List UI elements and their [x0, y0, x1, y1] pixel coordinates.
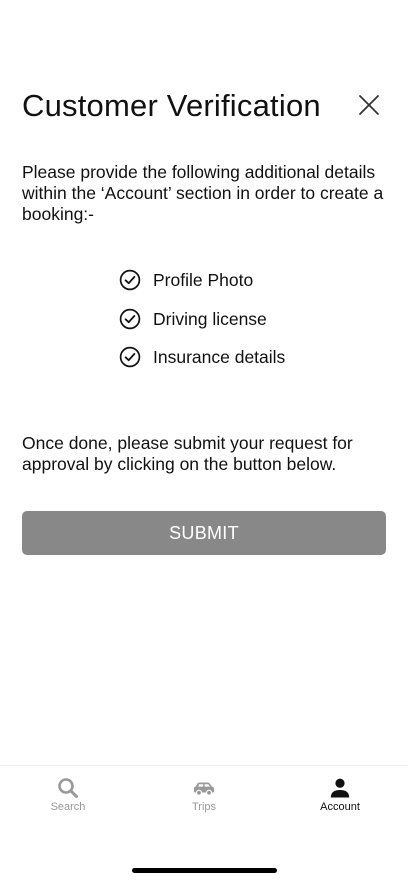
requirement-driving-license: Driving license — [119, 307, 285, 331]
tab-label: Account — [320, 801, 360, 813]
requirement-label: Driving license — [153, 308, 267, 329]
requirement-label: Profile Photo — [153, 270, 254, 290]
close-button[interactable] — [354, 90, 384, 120]
check-circle-icon — [119, 346, 141, 368]
customer-verification-screen: Customer Verification Please provide the… — [0, 0, 408, 883]
bottom-tab-bar: Search Trips Account — [0, 765, 408, 883]
close-icon — [359, 95, 379, 115]
intro-text: Please provide the following additional … — [22, 162, 384, 224]
requirement-profile-photo: Profile Photo — [119, 268, 285, 292]
outro-text: Once done, please submit your request fo… — [22, 433, 353, 474]
tab-account[interactable]: Account — [290, 776, 390, 814]
submit-button[interactable]: SUBMIT — [22, 511, 386, 555]
car-icon — [194, 782, 214, 796]
requirement-label: Insurance details — [153, 347, 286, 367]
person-icon — [330, 778, 350, 798]
check-circle-icon — [119, 269, 141, 291]
check-circle-icon — [119, 308, 141, 329]
tab-label: Search — [50, 801, 86, 813]
home-indicator — [132, 868, 277, 873]
modal-title: Customer Verification — [22, 88, 321, 123]
requirement-insurance-details: Insurance details — [119, 345, 285, 369]
tab-search[interactable]: Search — [18, 776, 118, 814]
search-icon — [58, 778, 78, 798]
requirements-list: Profile Photo Driving license Insurance … — [119, 268, 285, 384]
tab-trips[interactable]: Trips — [154, 776, 254, 814]
tab-label: Trips — [191, 801, 217, 813]
